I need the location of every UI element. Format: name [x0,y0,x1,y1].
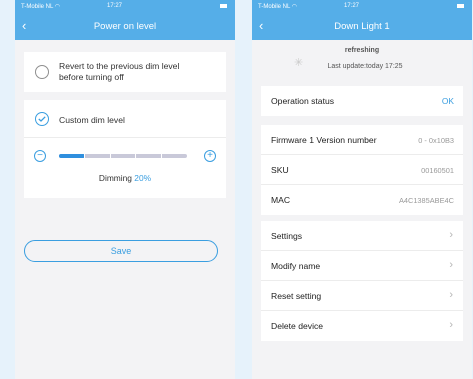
wifi-icon: ◠ [54,4,61,10]
operation-status-row: Operation status OK [261,86,463,116]
option-revert-line-1: Revert to the previous dim level [59,61,180,71]
chevron-right-icon: › [449,259,453,271]
page-title: Down Light 1 [334,21,390,32]
dimming-slider[interactable] [59,154,187,158]
menu-item-label: Delete device [271,321,324,331]
minus-icon[interactable]: − [34,150,46,162]
radio-unchecked-icon[interactable] [35,65,49,79]
dimming-readout: Dimming 20% [24,173,226,183]
menu-group: Settings › Modify name › Reset setting ›… [261,221,463,341]
status-time: 17:27 [344,3,360,9]
chevron-right-icon: › [449,319,453,331]
chevron-right-icon: › [449,289,453,301]
option-revert-line-2: before turning off [59,72,124,82]
nav-bar: ‹ Power on level [15,14,235,40]
option-custom[interactable]: Custom dim level [24,100,226,138]
menu-item-delete-device[interactable]: Delete device › [261,311,463,341]
mac-label: MAC [271,195,291,205]
status-bar: T-Mobile NL ◠ 17:27 [252,0,472,14]
operation-status-label: Operation status [271,96,335,106]
status-time: 17:27 [107,3,123,9]
save-button[interactable]: Save [24,240,218,262]
checkmark-icon[interactable] [35,112,49,126]
power-on-level-screen: T-Mobile NL ◠ 17:27 ‹ Power on level Rev… [15,0,235,379]
mac-value: A4C1385ABE4C [398,196,454,205]
menu-item-modify-name[interactable]: Modify name › [261,251,463,281]
dimming-slider-fill [59,154,85,158]
firmware-value: 0 - 0x10B3 [418,136,454,145]
status-bar: T-Mobile NL ◠ 17:27 [15,0,235,14]
menu-item-reset-setting[interactable]: Reset setting › [261,281,463,311]
device-detail-screen: T-Mobile NL ◠ 17:27 ‹ Down Light 1 refre… [252,0,472,379]
wifi-icon: ◠ [291,4,298,10]
dimming-value: 20% [134,173,152,183]
chevron-right-icon: › [449,229,453,241]
dimming-label: Dimming [98,173,132,183]
option-custom-card: Custom dim level − + Dimming 20% [24,100,226,198]
plus-icon[interactable]: + [204,150,216,162]
nav-bar: ‹ Down Light 1 [252,14,472,40]
carrier-label: T-Mobile NL [258,4,291,10]
sku-row: SKU 00160501 [261,155,463,185]
menu-item-label: Modify name [271,261,321,271]
carrier-label: T-Mobile NL [21,4,54,10]
menu-item-settings[interactable]: Settings › [261,221,463,251]
last-update: Last update:today 17:25 [327,63,403,70]
operation-status-value: OK [441,96,454,106]
sku-value: 00160501 [421,166,454,175]
mac-row: MAC A4C1385ABE4C [261,185,463,215]
page-title: Power on level [93,21,157,32]
option-custom-label: Custom dim level [59,115,125,125]
refresh-status: refreshing [344,47,380,54]
firmware-row: Firmware 1 Version number 0 - 0x10B3 [261,125,463,155]
sku-label: SKU [271,165,289,175]
operation-status-group: Operation status OK [261,86,463,116]
firmware-label: Firmware 1 Version number [271,135,377,145]
battery-icon [457,4,464,8]
option-revert[interactable]: Revert to the previous dim level before … [24,52,226,92]
menu-item-label: Settings [271,231,303,241]
menu-item-label: Reset setting [271,291,322,301]
battery-icon [220,4,227,8]
device-info-group: Firmware 1 Version number 0 - 0x10B3 SKU… [261,125,463,215]
